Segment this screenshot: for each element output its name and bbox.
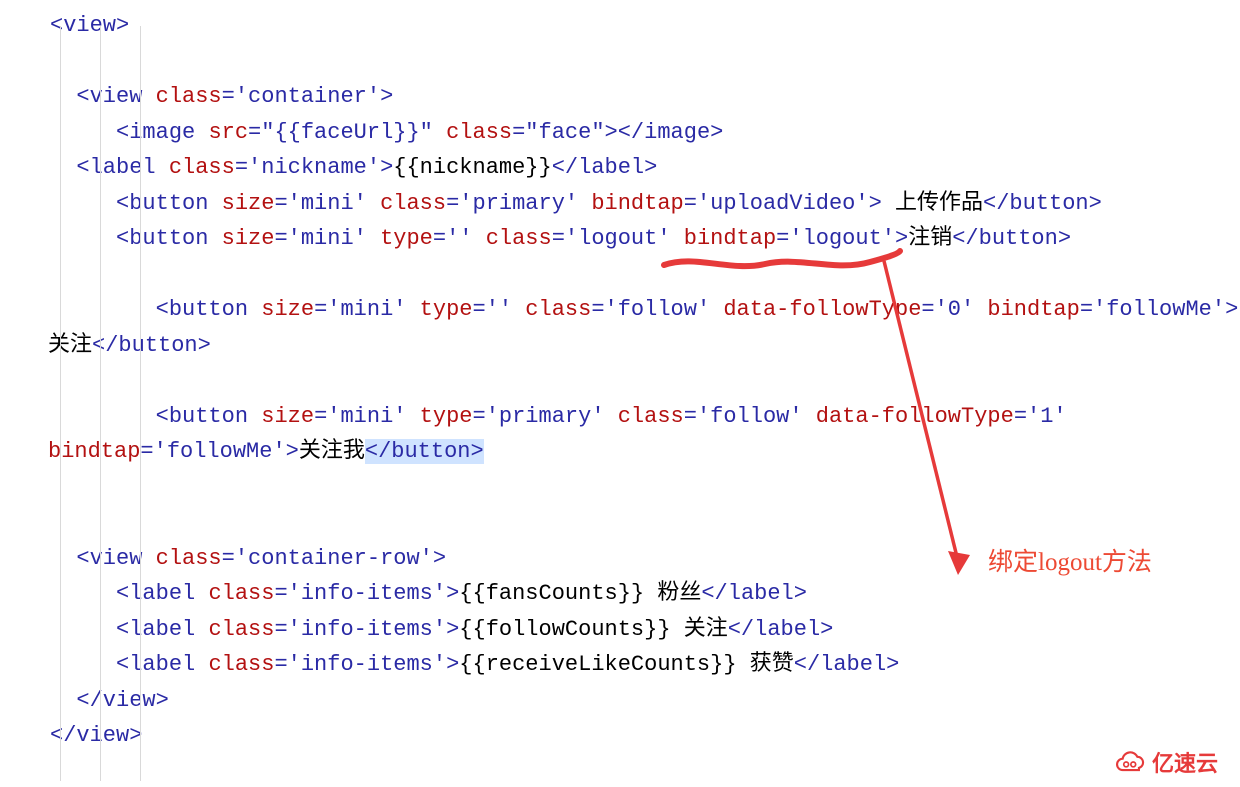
code-line[interactable]: <view class='container-row'>	[0, 541, 1235, 577]
code-line[interactable]: bindtap='followMe'>关注我</button>	[0, 434, 1235, 470]
code-line[interactable]	[0, 44, 1235, 80]
code-line[interactable]: </view>	[0, 718, 1235, 754]
cloud-logo-icon	[1112, 751, 1146, 775]
code-line[interactable]: 关注</button>	[0, 328, 1235, 364]
indent-guide	[140, 26, 141, 781]
code-line[interactable]: <button size='mini' type='' class='follo…	[0, 292, 1235, 328]
code-line[interactable]: <view class='container'>	[0, 79, 1235, 115]
code-editor[interactable]: <view> <view class='container'> <image s…	[0, 8, 1235, 754]
code-line[interactable]: <label class='info-items'>{{receiveLikeC…	[0, 647, 1235, 683]
code-line[interactable]: <button size='mini' type='primary' class…	[0, 399, 1235, 435]
code-line[interactable]: <label class='info-items'>{{fansCounts}}…	[0, 576, 1235, 612]
indent-guide	[60, 26, 61, 781]
code-line[interactable]: <view>	[0, 8, 1235, 44]
code-line[interactable]: <label class='info-items'>{{followCounts…	[0, 612, 1235, 648]
code-line[interactable]: <button size='mini' type='' class='logou…	[0, 221, 1235, 257]
code-line[interactable]: </view>	[0, 683, 1235, 719]
watermark: 亿速云	[1112, 746, 1218, 782]
code-line[interactable]	[0, 470, 1235, 506]
watermark-text: 亿速云	[1152, 746, 1218, 782]
code-line[interactable]: <button size='mini' class='primary' bind…	[0, 186, 1235, 222]
code-line[interactable]	[0, 505, 1235, 541]
code-line[interactable]: <label class='nickname'>{{nickname}}</la…	[0, 150, 1235, 186]
code-line[interactable]	[0, 363, 1235, 399]
indent-guide	[100, 26, 101, 781]
code-line[interactable]: <image src="{{faceUrl}}" class="face"></…	[0, 115, 1235, 151]
code-line[interactable]	[0, 257, 1235, 293]
